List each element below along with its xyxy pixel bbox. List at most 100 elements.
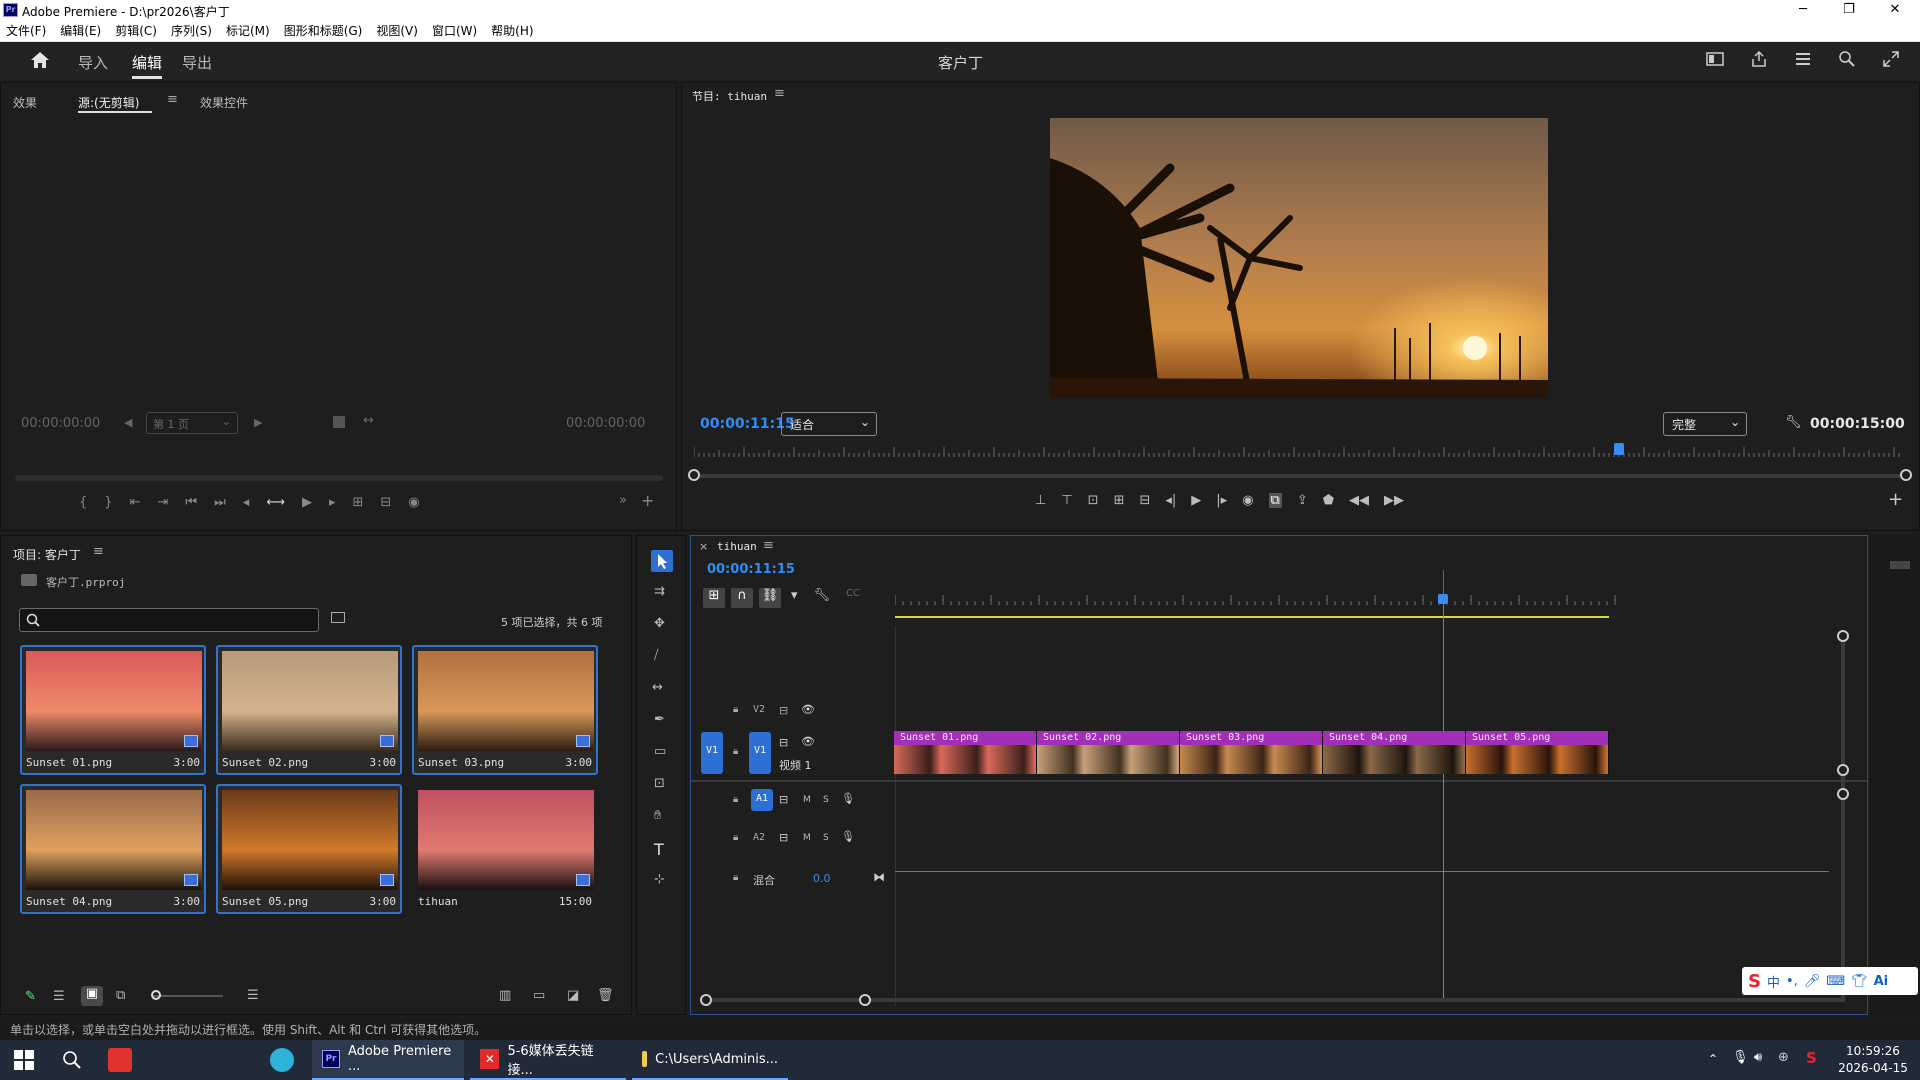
panel-menu-icon[interactable]: ≡ [167,92,178,107]
edge-browser-icon[interactable] [270,1048,294,1072]
microphone-icon[interactable]: 🎙︎ [1732,1050,1749,1065]
search-input[interactable] [19,608,319,632]
home-icon[interactable] [30,51,50,69]
timeline-playhead[interactable] [1442,602,1444,998]
project-item[interactable]: Sunset 01.png 3:00 [20,645,206,775]
go-to-out-icon[interactable]: ▶▶ [1384,493,1404,508]
comparison-view-icon[interactable]: ⊡ [1088,493,1099,508]
project-item[interactable]: Sunset 02.png 3:00 [216,645,402,775]
menu-graphics[interactable]: 图形和标题(G) [284,22,363,39]
mute-button[interactable]: M [803,795,811,805]
insert-icon[interactable]: ⊞ [1114,493,1125,508]
zoom-end-handle[interactable] [1900,469,1912,481]
panel-menu-icon[interactable]: ≡ [93,544,104,559]
mark-in-icon[interactable]: { [79,495,87,510]
tab-import[interactable]: 导入 [78,52,108,73]
workspaces-icon[interactable] [1706,51,1724,67]
source-timecode-out[interactable]: 00:00:00:00 [566,416,645,431]
menu-file[interactable]: 文件(F) [6,22,46,39]
sync-lock-icon[interactable]: ⊟ [779,736,788,749]
menu-view[interactable]: 视图(V) [376,22,418,39]
source-patch-v1[interactable]: V1 [701,732,723,774]
more-icon[interactable]: » [619,493,627,508]
menu-edit[interactable]: 编辑(E) [60,22,101,39]
scroll-handle-bottom[interactable] [1837,764,1849,776]
search-help-icon[interactable] [1838,50,1856,68]
taskbar-explorer[interactable]: C:\Users\Adminis... [632,1040,788,1080]
lock-icon[interactable]: 🔒︎ [733,704,738,715]
new-item-icon[interactable]: ◪ [567,988,579,1003]
track-select-tool-icon[interactable]: ⇉ [654,584,665,599]
automate-to-sequence-icon[interactable]: ▥ [499,988,511,1003]
fit-select[interactable]: 适合 ⌄ [781,412,877,436]
captions-icon[interactable]: CC [846,588,860,608]
lock-icon[interactable]: 🔒︎ [733,794,738,805]
menu-help[interactable]: 帮助(H) [491,22,533,39]
source-scrubber[interactable] [15,475,663,481]
timeline-clip[interactable]: Sunset 01.png [894,731,1037,774]
marker-icon[interactable]: ⬟ [1323,493,1334,508]
program-time-ruler[interactable] [694,445,1900,457]
zoom-start-handle[interactable] [688,469,700,481]
sync-lock-icon[interactable]: ⊟ [779,793,788,806]
razor-tool-icon[interactable]: ⧸ [654,648,658,663]
scroll-handle-top[interactable] [1837,630,1849,642]
tab-export[interactable]: 导出 [182,52,212,73]
slider-handle[interactable] [151,990,161,1000]
go-to-end-icon[interactable]: ⧓ [873,870,885,884]
maximize-button[interactable]: ❐ [1826,0,1872,20]
ime-toolbar[interactable]: S 中 •, 🎤︎ ⌨︎ 👕︎ Ai [1742,967,1918,995]
chevron-up-icon[interactable]: ⌃ [1708,1052,1718,1066]
menu-sequence[interactable]: 序列(S) [171,22,212,39]
menu-clip[interactable]: 剪辑(C) [115,22,157,39]
skin-icon[interactable]: 👕︎ [1851,974,1868,989]
camera-icon[interactable]: ◉ [1242,493,1253,508]
overwrite-icon[interactable]: ⊟ [1139,493,1150,508]
loop-icon[interactable]: ⟷ [266,495,285,510]
lock-icon[interactable]: 🔒︎ [733,746,738,757]
sort-icon[interactable]: ☰ [247,988,259,1003]
microphone-icon[interactable]: 🎙︎ [841,830,855,843]
eye-icon[interactable]: 👁︎ [801,703,815,716]
taskbar-wps[interactable]: ✕ 5-6媒体丢失链接... [470,1040,626,1080]
snap-icon[interactable]: ∩ [731,588,753,608]
panel-menu-icon[interactable]: ≡ [763,538,774,553]
scroll-start-handle[interactable] [700,994,712,1006]
program-playhead[interactable] [1614,443,1624,455]
ai-icon[interactable]: Ai [1874,974,1889,989]
fit-icon[interactable]: ↔ [363,413,374,428]
vertical-scrollbar[interactable] [1841,632,1845,1002]
program-zoom-bar[interactable] [692,474,1908,478]
timeline-settings-icon[interactable]: 🔧︎ [814,588,831,608]
sync-lock-icon[interactable]: ⊟ [779,704,788,717]
timeline-timecode[interactable]: 00:00:11:15 [707,562,795,577]
punctuation-icon[interactable]: •, [1786,974,1798,989]
project-item[interactable]: Sunset 04.png 3:00 [20,784,206,914]
pen-tool-icon[interactable]: ✒ [654,712,665,727]
go-to-in-icon[interactable]: ◀◀ [1349,493,1369,508]
rectangle-tool-icon[interactable]: ▭ [654,744,666,759]
wrench-icon[interactable]: 🔧︎ [1785,415,1802,430]
page-select[interactable]: 第 1 页 ⌄ [146,412,238,434]
zoom-tool-icon[interactable]: ⊡ [654,776,665,791]
step-back-icon[interactable]: ◂| [1165,493,1176,508]
menu-markers[interactable]: 标记(M) [226,22,270,39]
ripple-edit-tool-icon[interactable]: ✥ [654,616,665,631]
track-v1-toggle[interactable]: V1 [749,732,771,774]
menu-window[interactable]: 窗口(W) [432,22,477,39]
icon-view-icon[interactable]: ▣ [81,986,103,1006]
multicam-icon[interactable]: ⧉ [1268,493,1282,508]
add-button-icon[interactable]: + [1888,489,1903,510]
mute-button[interactable]: M [803,833,811,843]
work-area-bar[interactable] [895,616,1609,618]
tab-effect-controls[interactable]: 效果控件 [200,94,248,111]
close-sequence-icon[interactable]: × [699,540,708,553]
timeline-clip[interactable]: Sunset 02.png [1037,731,1180,774]
frame-forward-icon[interactable]: ▸ [329,495,336,510]
search-icon[interactable] [62,1050,82,1070]
fullscreen-icon[interactable] [1882,50,1900,68]
scroll-end-handle[interactable] [859,994,871,1006]
trash-icon[interactable]: 🗑︎ [597,988,614,1003]
timeline-clip[interactable]: Sunset 04.png [1323,731,1466,774]
network-icon[interactable]: ⊕ [1778,1050,1789,1065]
